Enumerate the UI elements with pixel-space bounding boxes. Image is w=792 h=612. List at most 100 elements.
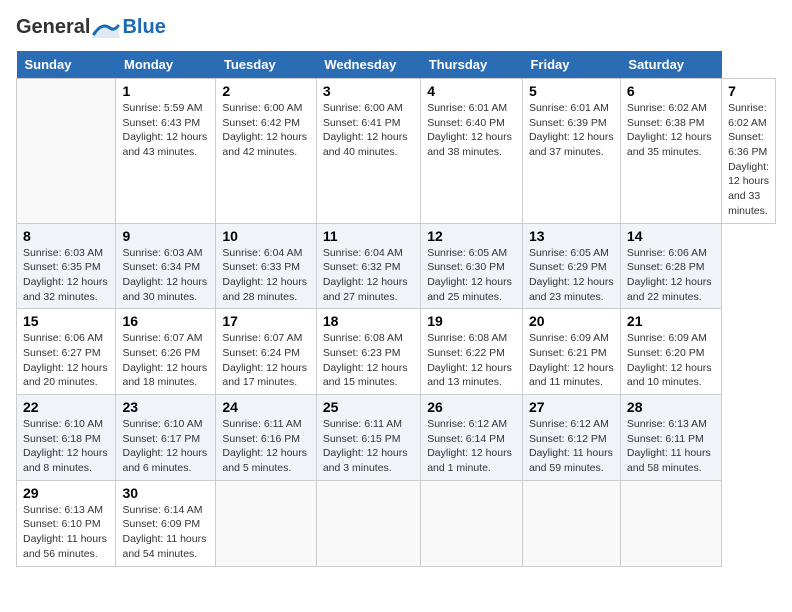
- day-number: 9: [122, 228, 209, 244]
- column-header-saturday: Saturday: [620, 51, 721, 79]
- column-header-thursday: Thursday: [421, 51, 523, 79]
- day-info: Sunrise: 6:08 AM Sunset: 6:23 PM Dayligh…: [323, 331, 414, 390]
- day-number: 20: [529, 313, 614, 329]
- day-cell: 21 Sunrise: 6:09 AM Sunset: 6:20 PM Dayli…: [620, 309, 721, 395]
- day-cell: 11 Sunrise: 6:04 AM Sunset: 6:32 PM Dayli…: [316, 223, 420, 309]
- column-header-tuesday: Tuesday: [216, 51, 316, 79]
- day-number: 19: [427, 313, 516, 329]
- day-cell: 10Sunrise: 6:04 AM Sunset: 6:33 PM Dayli…: [216, 223, 316, 309]
- day-number: 12: [427, 228, 516, 244]
- day-number: 24: [222, 399, 309, 415]
- day-number: 13: [529, 228, 614, 244]
- day-cell: 6 Sunrise: 6:02 AM Sunset: 6:38 PM Daylig…: [620, 79, 721, 224]
- day-cell: 27 Sunrise: 6:12 AM Sunset: 6:12 PM Dayli…: [522, 395, 620, 481]
- column-header-friday: Friday: [522, 51, 620, 79]
- day-cell: 29 Sunrise: 6:13 AM Sunset: 6:10 PM Dayli…: [17, 480, 116, 566]
- page-header: General Blue: [16, 16, 776, 39]
- day-number: 3: [323, 83, 414, 99]
- column-header-monday: Monday: [116, 51, 216, 79]
- day-cell: 16 Sunrise: 6:07 AM Sunset: 6:26 PM Dayli…: [116, 309, 216, 395]
- day-info: Sunrise: 6:09 AM Sunset: 6:21 PM Dayligh…: [529, 331, 614, 390]
- day-cell: [522, 480, 620, 566]
- day-number: 23: [122, 399, 209, 415]
- day-info: Sunrise: 6:10 AM Sunset: 6:18 PM Dayligh…: [23, 417, 109, 476]
- day-info: Sunrise: 6:00 AM Sunset: 6:42 PM Dayligh…: [222, 101, 309, 160]
- day-info: Sunrise: 6:13 AM Sunset: 6:10 PM Dayligh…: [23, 503, 109, 562]
- day-cell: 20 Sunrise: 6:09 AM Sunset: 6:21 PM Dayli…: [522, 309, 620, 395]
- day-info: Sunrise: 6:03 AM Sunset: 6:35 PM Dayligh…: [23, 246, 109, 305]
- day-number: 15: [23, 313, 109, 329]
- day-info: Sunrise: 6:12 AM Sunset: 6:12 PM Dayligh…: [529, 417, 614, 476]
- week-row-3: 15 Sunrise: 6:06 AM Sunset: 6:27 PM Dayli…: [17, 309, 776, 395]
- day-cell: 19Sunrise: 6:08 AM Sunset: 6:22 PM Dayli…: [421, 309, 523, 395]
- day-number: 26: [427, 399, 516, 415]
- day-number: 17: [222, 313, 309, 329]
- day-number: 28: [627, 399, 715, 415]
- day-number: 11: [323, 228, 414, 244]
- logo-brand: General Blue: [16, 16, 166, 39]
- day-cell: [17, 79, 116, 224]
- day-cell: 24 Sunrise: 6:11 AM Sunset: 6:16 PM Dayli…: [216, 395, 316, 481]
- day-cell: [421, 480, 523, 566]
- day-number: 2: [222, 83, 309, 99]
- day-info: Sunrise: 6:05 AM Sunset: 6:29 PM Dayligh…: [529, 246, 614, 305]
- day-cell: 2 Sunrise: 6:00 AM Sunset: 6:42 PM Daylig…: [216, 79, 316, 224]
- day-number: 6: [627, 83, 715, 99]
- day-info: Sunrise: 6:02 AM Sunset: 6:38 PM Dayligh…: [627, 101, 715, 160]
- day-info: Sunrise: 6:04 AM Sunset: 6:32 PM Dayligh…: [323, 246, 414, 305]
- day-cell: [620, 480, 721, 566]
- day-cell: 4 Sunrise: 6:01 AM Sunset: 6:40 PM Daylig…: [421, 79, 523, 224]
- calendar-table: SundayMondayTuesdayWednesdayThursdayFrid…: [16, 51, 776, 567]
- day-info: Sunrise: 6:07 AM Sunset: 6:24 PM Dayligh…: [222, 331, 309, 390]
- day-number: 29: [23, 485, 109, 501]
- day-number: 14: [627, 228, 715, 244]
- day-number: 16: [122, 313, 209, 329]
- day-info: Sunrise: 5:59 AM Sunset: 6:43 PM Dayligh…: [122, 101, 209, 160]
- day-info: Sunrise: 6:03 AM Sunset: 6:34 PM Dayligh…: [122, 246, 209, 305]
- day-cell: 23Sunrise: 6:10 AM Sunset: 6:17 PM Dayli…: [116, 395, 216, 481]
- day-info: Sunrise: 6:06 AM Sunset: 6:27 PM Dayligh…: [23, 331, 109, 390]
- day-number: 4: [427, 83, 516, 99]
- day-cell: 13 Sunrise: 6:05 AM Sunset: 6:29 PM Dayli…: [522, 223, 620, 309]
- day-cell: 7 Sunrise: 6:02 AM Sunset: 6:36 PM Daylig…: [722, 79, 776, 224]
- day-number: 18: [323, 313, 414, 329]
- day-number: 7: [728, 83, 769, 99]
- logo-blue-text: Blue: [122, 16, 165, 39]
- day-cell: 18 Sunrise: 6:08 AM Sunset: 6:23 PM Dayli…: [316, 309, 420, 395]
- day-info: Sunrise: 6:14 AM Sunset: 6:09 PM Dayligh…: [122, 503, 209, 562]
- day-cell: 1Sunrise: 5:59 AM Sunset: 6:43 PM Daylig…: [116, 79, 216, 224]
- day-info: Sunrise: 6:07 AM Sunset: 6:26 PM Dayligh…: [122, 331, 209, 390]
- day-cell: 30 Sunrise: 6:14 AM Sunset: 6:09 PM Dayli…: [116, 480, 216, 566]
- day-number: 22: [23, 399, 109, 415]
- day-number: 21: [627, 313, 715, 329]
- day-number: 30: [122, 485, 209, 501]
- day-info: Sunrise: 6:11 AM Sunset: 6:16 PM Dayligh…: [222, 417, 309, 476]
- day-number: 27: [529, 399, 614, 415]
- day-info: Sunrise: 6:09 AM Sunset: 6:20 PM Dayligh…: [627, 331, 715, 390]
- day-info: Sunrise: 6:00 AM Sunset: 6:41 PM Dayligh…: [323, 101, 414, 160]
- day-info: Sunrise: 6:01 AM Sunset: 6:39 PM Dayligh…: [529, 101, 614, 160]
- day-cell: [316, 480, 420, 566]
- day-cell: 9 Sunrise: 6:03 AM Sunset: 6:34 PM Daylig…: [116, 223, 216, 309]
- day-number: 5: [529, 83, 614, 99]
- logo-general-text: General: [16, 16, 90, 39]
- day-cell: 5 Sunrise: 6:01 AM Sunset: 6:39 PM Daylig…: [522, 79, 620, 224]
- column-header-sunday: Sunday: [17, 51, 116, 79]
- day-number: 10: [222, 228, 309, 244]
- week-row-4: 22 Sunrise: 6:10 AM Sunset: 6:18 PM Dayli…: [17, 395, 776, 481]
- day-info: Sunrise: 6:11 AM Sunset: 6:15 PM Dayligh…: [323, 417, 414, 476]
- day-cell: 28 Sunrise: 6:13 AM Sunset: 6:11 PM Dayli…: [620, 395, 721, 481]
- logo: General Blue: [16, 16, 166, 39]
- week-row-2: 8Sunrise: 6:03 AM Sunset: 6:35 PM Daylig…: [17, 223, 776, 309]
- header-row: SundayMondayTuesdayWednesdayThursdayFrid…: [17, 51, 776, 79]
- day-info: Sunrise: 6:13 AM Sunset: 6:11 PM Dayligh…: [627, 417, 715, 476]
- day-info: Sunrise: 6:02 AM Sunset: 6:36 PM Dayligh…: [728, 101, 769, 219]
- day-cell: 22 Sunrise: 6:10 AM Sunset: 6:18 PM Dayli…: [17, 395, 116, 481]
- day-cell: 8Sunrise: 6:03 AM Sunset: 6:35 PM Daylig…: [17, 223, 116, 309]
- week-row-1: 1Sunrise: 5:59 AM Sunset: 6:43 PM Daylig…: [17, 79, 776, 224]
- day-cell: 15 Sunrise: 6:06 AM Sunset: 6:27 PM Dayli…: [17, 309, 116, 395]
- column-header-wednesday: Wednesday: [316, 51, 420, 79]
- day-cell: 3 Sunrise: 6:00 AM Sunset: 6:41 PM Daylig…: [316, 79, 420, 224]
- day-cell: 17 Sunrise: 6:07 AM Sunset: 6:24 PM Dayli…: [216, 309, 316, 395]
- day-info: Sunrise: 6:01 AM Sunset: 6:40 PM Dayligh…: [427, 101, 516, 160]
